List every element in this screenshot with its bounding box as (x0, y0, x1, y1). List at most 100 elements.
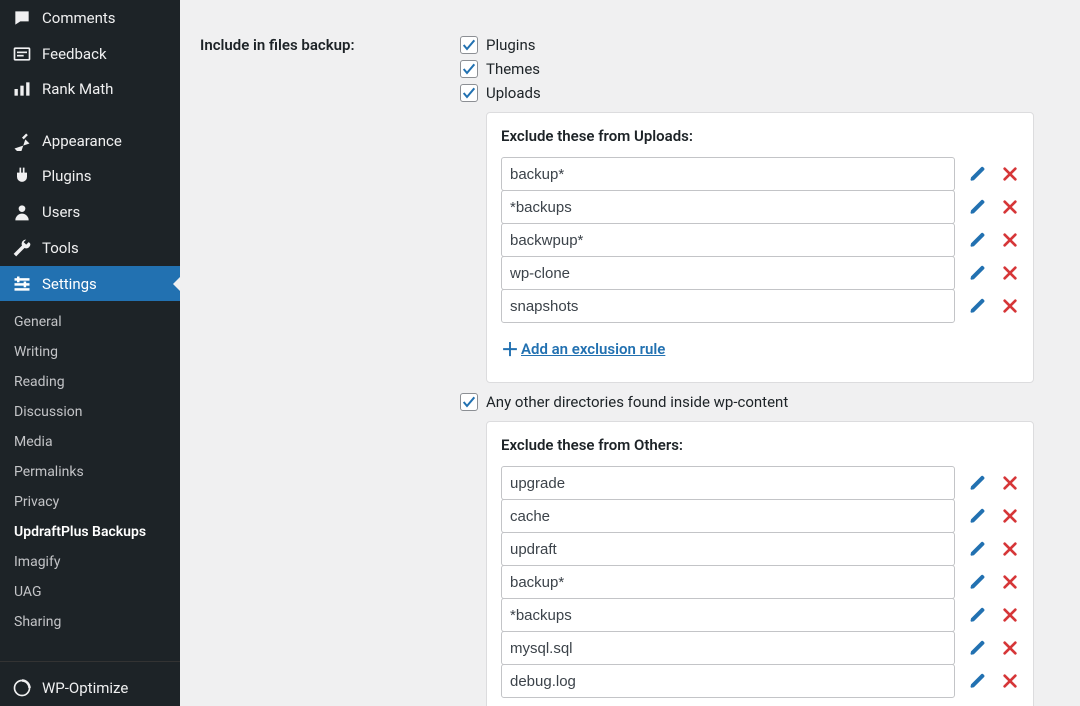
submenu-item-general[interactable]: General (0, 307, 180, 337)
edit-icon[interactable] (969, 264, 987, 282)
exclusion-rule-row (501, 598, 1019, 632)
checkbox-row-plugins: Plugins (460, 36, 1060, 54)
others-exclude-panel: Exclude these from Others: ＋ Add an excl… (486, 421, 1034, 706)
submenu-item-imagify[interactable]: Imagify (0, 547, 180, 577)
edit-icon[interactable] (969, 507, 987, 525)
exclusion-rule-row (501, 256, 1019, 290)
exclusion-rule-row (501, 664, 1019, 698)
chart-icon (12, 79, 32, 99)
plus-icon: ＋ (501, 336, 519, 362)
delete-icon[interactable] (1001, 540, 1019, 558)
sidebar-item-rank-math[interactable]: Rank Math (0, 71, 180, 107)
panel-title: Exclude these from Others: (501, 436, 1019, 454)
sidebar-item-appearance[interactable]: Appearance (0, 123, 180, 159)
settings-submenu: General Writing Reading Discussion Media… (0, 301, 180, 643)
exclusion-rule-input[interactable] (501, 256, 955, 290)
edit-icon[interactable] (969, 297, 987, 315)
exclusion-rule-row (501, 532, 1019, 566)
sidebar-item-settings[interactable]: Settings (0, 266, 180, 302)
sidebar-item-plugins[interactable]: Plugins (0, 159, 180, 195)
delete-icon[interactable] (1001, 231, 1019, 249)
sidebar-item-label: Feedback (42, 45, 107, 63)
submenu-item-uag[interactable]: UAG (0, 577, 180, 607)
submenu-item-privacy[interactable]: Privacy (0, 487, 180, 517)
delete-icon[interactable] (1001, 264, 1019, 282)
plug-icon (12, 166, 32, 186)
submenu-item-discussion[interactable]: Discussion (0, 397, 180, 427)
admin-sidebar: Comments Feedback Rank Math Appearance P… (0, 0, 180, 706)
submenu-item-reading[interactable]: Reading (0, 367, 180, 397)
exclusion-rule-row (501, 499, 1019, 533)
sidebar-item-label: Rank Math (42, 80, 113, 98)
exclusion-rule-input[interactable] (501, 289, 955, 323)
exclusion-rule-input[interactable] (501, 190, 955, 224)
sidebar-item-users[interactable]: Users (0, 194, 180, 230)
uploads-exclude-panel: Exclude these from Uploads: ＋ Add an exc… (486, 112, 1034, 383)
sidebar-item-label: Users (42, 203, 80, 221)
checkbox-row-any-other: Any other directories found inside wp-co… (460, 393, 1060, 411)
exclusion-rule-row (501, 466, 1019, 500)
submenu-item-sharing[interactable]: Sharing (0, 607, 180, 637)
edit-icon[interactable] (969, 474, 987, 492)
sidebar-item-label: Comments (42, 9, 116, 27)
exclusion-rule-input[interactable] (501, 466, 955, 500)
exclusion-rule-row (501, 289, 1019, 323)
edit-icon[interactable] (969, 165, 987, 183)
checkbox-label: Uploads (486, 84, 541, 102)
exclusion-rule-input[interactable] (501, 598, 955, 632)
delete-icon[interactable] (1001, 165, 1019, 183)
edit-icon[interactable] (969, 639, 987, 657)
delete-icon[interactable] (1001, 573, 1019, 591)
exclusion-rule-input[interactable] (501, 631, 955, 665)
submenu-item-media[interactable]: Media (0, 427, 180, 457)
delete-icon[interactable] (1001, 507, 1019, 525)
panel-title: Exclude these from Uploads: (501, 127, 1019, 145)
checkbox-uploads[interactable] (460, 84, 478, 102)
add-rule-label: Add an exclusion rule (521, 340, 665, 358)
submenu-item-permalinks[interactable]: Permalinks (0, 457, 180, 487)
sidebar-item-feedback[interactable]: Feedback (0, 36, 180, 72)
add-rule-link[interactable]: ＋ Add an exclusion rule (501, 336, 665, 362)
checkbox-plugins[interactable] (460, 36, 478, 54)
exclusion-rule-input[interactable] (501, 565, 955, 599)
submenu-item-updraftplus[interactable]: UpdraftPlus Backups (0, 517, 180, 547)
sidebar-item-label: Settings (42, 275, 97, 293)
checkbox-themes[interactable] (460, 60, 478, 78)
exclusion-rule-row (501, 157, 1019, 191)
feedback-icon (12, 44, 32, 64)
exclusion-rule-input[interactable] (501, 157, 955, 191)
exclusion-rule-row (501, 565, 1019, 599)
exclusion-rule-input[interactable] (501, 223, 955, 257)
active-pointer-icon (173, 276, 180, 292)
checkbox-any-other[interactable] (460, 393, 478, 411)
exclusion-rule-input[interactable] (501, 664, 955, 698)
exclusion-rule-input[interactable] (501, 499, 955, 533)
edit-icon[interactable] (969, 198, 987, 216)
exclusion-rule-input[interactable] (501, 532, 955, 566)
delete-icon[interactable] (1001, 606, 1019, 624)
exclusion-rule-row (501, 190, 1019, 224)
sliders-icon (12, 274, 32, 294)
edit-icon[interactable] (969, 540, 987, 558)
edit-icon[interactable] (969, 573, 987, 591)
delete-icon[interactable] (1001, 639, 1019, 657)
edit-icon[interactable] (969, 606, 987, 624)
delete-icon[interactable] (1001, 198, 1019, 216)
delete-icon[interactable] (1001, 297, 1019, 315)
checkbox-row-themes: Themes (460, 60, 1060, 78)
checkbox-label: Any other directories found inside wp-co… (486, 393, 788, 411)
edit-icon[interactable] (969, 231, 987, 249)
exclusion-rule-row (501, 223, 1019, 257)
submenu-item-writing[interactable]: Writing (0, 337, 180, 367)
checkbox-label: Themes (486, 60, 540, 78)
spinner-icon (12, 678, 32, 698)
sidebar-item-tools[interactable]: Tools (0, 230, 180, 266)
sidebar-item-comments[interactable]: Comments (0, 0, 180, 36)
delete-icon[interactable] (1001, 672, 1019, 690)
edit-icon[interactable] (969, 672, 987, 690)
sidebar-item-wp-optimize[interactable]: WP-Optimize (0, 670, 180, 706)
delete-icon[interactable] (1001, 474, 1019, 492)
sidebar-item-label: Appearance (42, 132, 122, 150)
content-area: Include in files backup: Plugins Themes … (180, 0, 1080, 706)
brush-icon (12, 131, 32, 151)
